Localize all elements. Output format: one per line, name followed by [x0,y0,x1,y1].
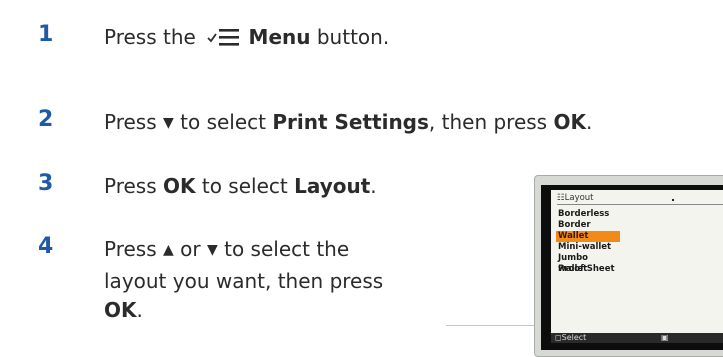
lcd-option: Jumbo wallet [558,253,588,274]
step-text: Press OK to select Layout. [104,174,377,198]
step-number: 1 [38,22,54,47]
lcd-footer: ◻ Select ▣ [551,333,723,343]
down-arrow-icon: ▼ [163,115,174,131]
lcd-option: Proof Sheet [558,264,615,274]
lcd-option-selected: Wallet [556,231,620,242]
menu-icon [206,26,240,55]
lcd-dot [672,199,674,201]
lcd-title: ☷Layout [557,193,723,205]
step-number: 4 [38,234,54,259]
up-arrow-icon: ▲ [163,242,174,258]
lcd-option: Mini-wallet [558,242,612,252]
lcd-option: Borderless [558,209,610,219]
down-arrow-icon: ▼ [206,242,218,258]
lcd-footer-left: ◻ Select [555,333,587,342]
lcd-option: Border [558,220,591,230]
lcd-footer-right: ▣ [661,333,669,342]
step-text: Press ▼ to select Print Settings, then p… [104,110,593,134]
step-text: Press ▲ or ▼ to select the layout you wa… [104,237,384,322]
step-number: 3 [38,171,54,196]
step-text: Press the Menu button. [104,23,389,55]
step-number: 2 [38,107,54,132]
lcd-screen: ☷Layout Borderless Border Wallet Mini-wa… [551,190,723,343]
